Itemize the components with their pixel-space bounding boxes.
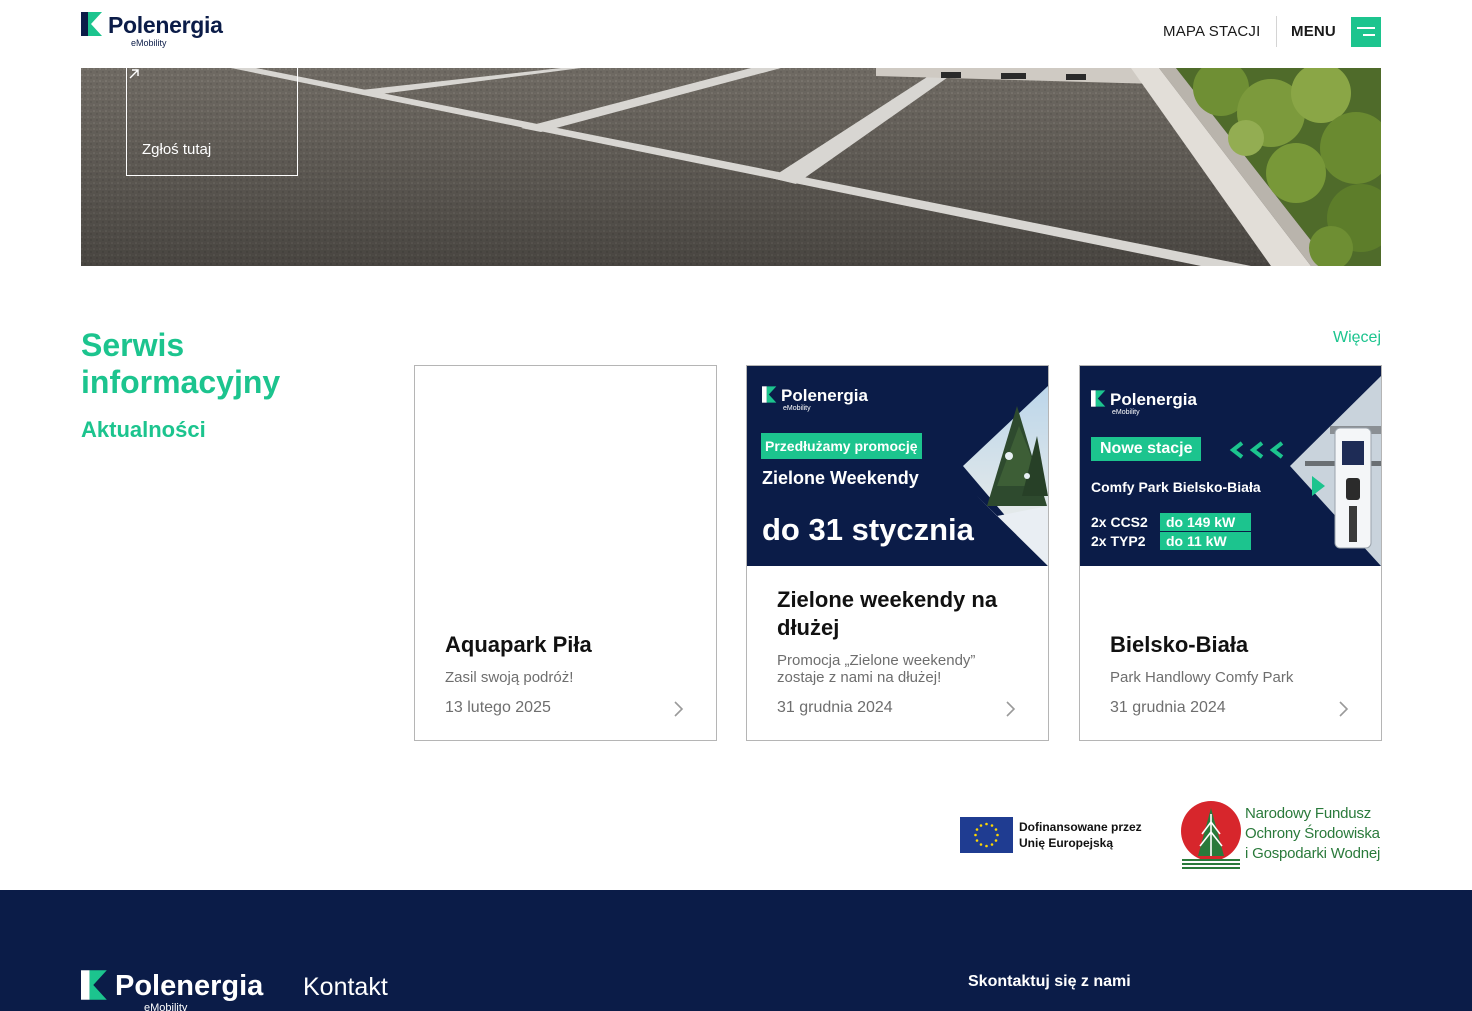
nfosigw-emblem-icon (1181, 801, 1241, 869)
hero-parking-image: Zgłoś tutaj (81, 68, 1381, 266)
logo-name: Polenergia (108, 12, 223, 38)
news-card-title: Zielone weekendy na dłużej (777, 587, 998, 640)
nfosigw-line-1: Narodowy Fundusz (1245, 805, 1372, 822)
menu-link[interactable]: MENU (1291, 23, 1336, 40)
chevron-right-icon (1006, 701, 1016, 717)
report-link-label[interactable]: Zgłoś tutaj (142, 141, 211, 158)
arrow-up-right-icon (129, 69, 139, 79)
footer-reach-us-heading: Skontaktuj się z nami (968, 973, 1131, 990)
banner-promo-tag: Przedłużamy promocję (761, 433, 922, 459)
news-card-title: Aquapark Piła (445, 632, 592, 657)
hamburger-line (1357, 27, 1375, 29)
chevrons-left-icon (1229, 441, 1284, 459)
banner-line-1: Zielone Weekendy (762, 468, 919, 488)
banner-logo-sub: eMobility (1112, 409, 1140, 416)
logo-k-icon (81, 970, 107, 1000)
new-stations-banner: Polenergia eMobility Nowe stacje Comfy P… (1080, 366, 1381, 566)
more-news-link[interactable]: Więcej (1333, 329, 1381, 347)
banner-logo: Polenergia eMobility (762, 386, 868, 412)
news-card-date: 31 grudnia 2024 (777, 699, 893, 716)
news-card-green-weekends[interactable]: Polenergia eMobility Przedłużamy promocj… (746, 365, 1049, 741)
hamburger-line (1363, 34, 1375, 36)
banner-logo-name: Polenergia (781, 386, 868, 405)
footer-logo-name: Polenergia (115, 970, 264, 1002)
banner-logo-sub: eMobility (783, 405, 811, 412)
logo-k-icon (762, 386, 777, 403)
nfosigw-text: Narodowy Fundusz Ochrony Środowiska i Go… (1245, 804, 1380, 864)
report-issue-box[interactable]: Zgłoś tutaj (126, 68, 298, 176)
chevron-right-icon (1339, 701, 1349, 717)
logo-k-icon (81, 12, 102, 36)
news-card-date: 13 lutego 2025 (445, 699, 551, 716)
section-title: Serwis informacyjny (81, 327, 281, 400)
footer-contact-heading: Kontakt (303, 973, 388, 1001)
banner-spec-1-label: 2x CCS2 (1091, 514, 1148, 530)
map-stations-link[interactable]: MAPA STACJI (1163, 23, 1261, 40)
logo-sub: eMobility (131, 38, 167, 48)
nav-divider (1276, 16, 1277, 47)
hamburger-menu-button[interactable] (1351, 17, 1381, 47)
eu-flag-icon (960, 817, 1013, 853)
banner-spec-1-value: do 149 kW (1160, 513, 1251, 531)
logo-k-icon (1091, 390, 1106, 407)
eu-funding-text: Dofinansowane przez Unię Europejską (1019, 819, 1142, 851)
news-card-bielsko-biala[interactable]: Polenergia eMobility Nowe stacje Comfy P… (1079, 365, 1382, 741)
nfosigw-line-3: i Gospodarki Wodnej (1245, 845, 1381, 862)
footer-logo[interactable]: Polenergia eMobility (81, 970, 263, 1011)
news-card-desc: Zasil swoją podróż! (445, 669, 574, 686)
nfosigw-line-2: Ochrony Środowiska (1245, 825, 1380, 842)
banner-location: Comfy Park Bielsko-Biała (1091, 479, 1261, 495)
footer-logo-sub: eMobility (144, 1002, 188, 1011)
eu-funding-line-2: Unię Europejską (1019, 836, 1114, 850)
banner-spec-2-value: do 11 kW (1160, 532, 1251, 550)
green-weekends-banner: Polenergia eMobility Przedłużamy promocj… (747, 366, 1048, 566)
news-card-date: 31 grudnia 2024 (1110, 699, 1226, 716)
chevron-right-icon (674, 701, 684, 717)
eu-funding-line-1: Dofinansowane przez (1019, 820, 1142, 834)
section-subtitle: Aktualności (81, 417, 206, 442)
banner-new-stations-tag: Nowe stacje (1091, 437, 1202, 461)
news-card-title: Bielsko-Biała (1110, 632, 1249, 657)
news-card-aquapark[interactable]: Aquapark Piła Zasil swoją podróż! 13 lut… (414, 365, 717, 741)
polenergia-logo[interactable]: Polenergia eMobility (81, 12, 223, 48)
site-footer: Polenergia eMobility Kontakt Skontaktuj … (0, 890, 1472, 1011)
news-card-desc: Park Handlowy Comfy Park (1110, 669, 1294, 686)
news-card-desc: Promocja „Zielone weekendy” zostaje z na… (777, 652, 976, 686)
banner-line-2: do 31 stycznia (762, 512, 974, 547)
banner-spec-2-label: 2x TYP2 (1091, 533, 1146, 549)
banner-logo-name: Polenergia (1110, 390, 1197, 409)
site-header: Polenergia eMobility MAPA STACJI MENU (0, 0, 1472, 68)
banner-logo: Polenergia eMobility (1091, 390, 1197, 416)
